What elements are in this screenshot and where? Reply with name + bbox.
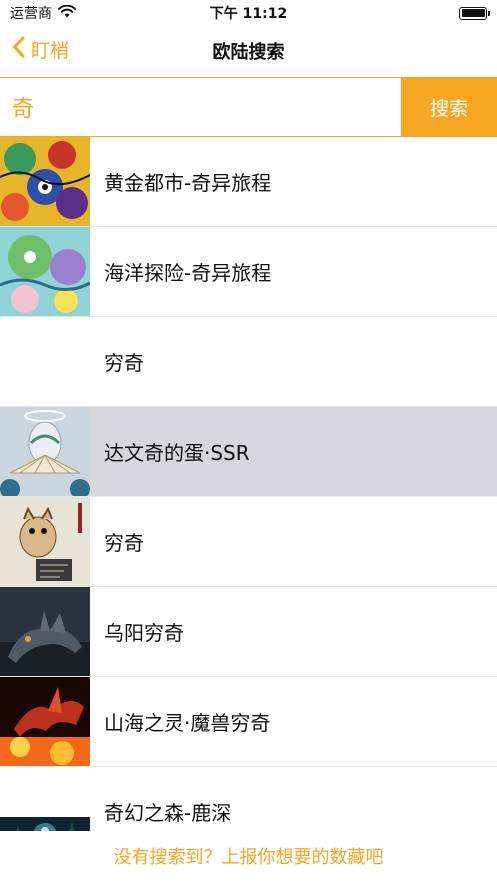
battery-fill: [461, 9, 485, 17]
result-row[interactable]: 乌阳穷奇: [0, 587, 497, 677]
result-row[interactable]: 黄金都市-奇异旅程: [0, 137, 497, 227]
result-row[interactable]: 海洋探险-奇异旅程: [0, 227, 497, 317]
status-bar: 运营商 下午 11:12: [0, 0, 497, 26]
carrier-label: 运营商: [10, 6, 52, 22]
result-row[interactable]: 奇幻之森-鹿深: [0, 767, 497, 831]
result-row[interactable]: 山海之灵·魔兽穷奇: [0, 677, 497, 767]
wifi-icon: [58, 4, 76, 22]
result-thumbnail: [0, 677, 90, 766]
battery-icon: [459, 6, 490, 20]
result-label: 达文奇的蛋·SSR: [104, 441, 250, 465]
result-label: 山海之灵·魔兽穷奇: [104, 711, 271, 735]
result-label: 穷奇: [104, 531, 144, 555]
result-thumbnail: [0, 407, 90, 496]
result-label: 穷奇: [104, 351, 144, 375]
search-button[interactable]: 搜索: [401, 78, 497, 136]
results-list: 黄金都市-奇异旅程 海洋探险-奇异旅程 穷奇 达文奇的蛋·SSR 穷奇 乌阳穷奇 山海之灵·…: [0, 137, 497, 831]
page-title: 欧陆搜索: [212, 42, 285, 63]
result-row[interactable]: 穷奇: [0, 497, 497, 587]
result-thumbnail: [0, 317, 90, 406]
result-thumbnail: [0, 497, 90, 586]
result-label: 海洋探险-奇异旅程: [104, 261, 272, 285]
search-bar: 搜索: [0, 77, 497, 137]
nav-bar: 盯梢 欧陆搜索: [0, 26, 497, 76]
result-thumbnail: [0, 587, 90, 676]
result-label: 黄金都市-奇异旅程: [104, 171, 272, 195]
result-row[interactable]: 穷奇: [0, 317, 497, 407]
search-input[interactable]: [0, 78, 401, 136]
result-label: 乌阳穷奇: [104, 621, 184, 645]
back-label: 盯梢: [31, 40, 70, 62]
report-link[interactable]: 没有搜索到？上报你想要的数藏吧: [0, 843, 497, 869]
result-row[interactable]: 达文奇的蛋·SSR: [0, 407, 497, 497]
result-thumbnail: [0, 767, 90, 831]
result-label: 奇幻之森-鹿深: [104, 801, 232, 825]
result-thumbnail: [0, 137, 90, 226]
chevron-left-icon: [12, 36, 25, 63]
result-thumbnail: [0, 227, 90, 316]
back-button[interactable]: 盯梢: [12, 36, 69, 63]
status-left: 运营商: [10, 3, 76, 23]
